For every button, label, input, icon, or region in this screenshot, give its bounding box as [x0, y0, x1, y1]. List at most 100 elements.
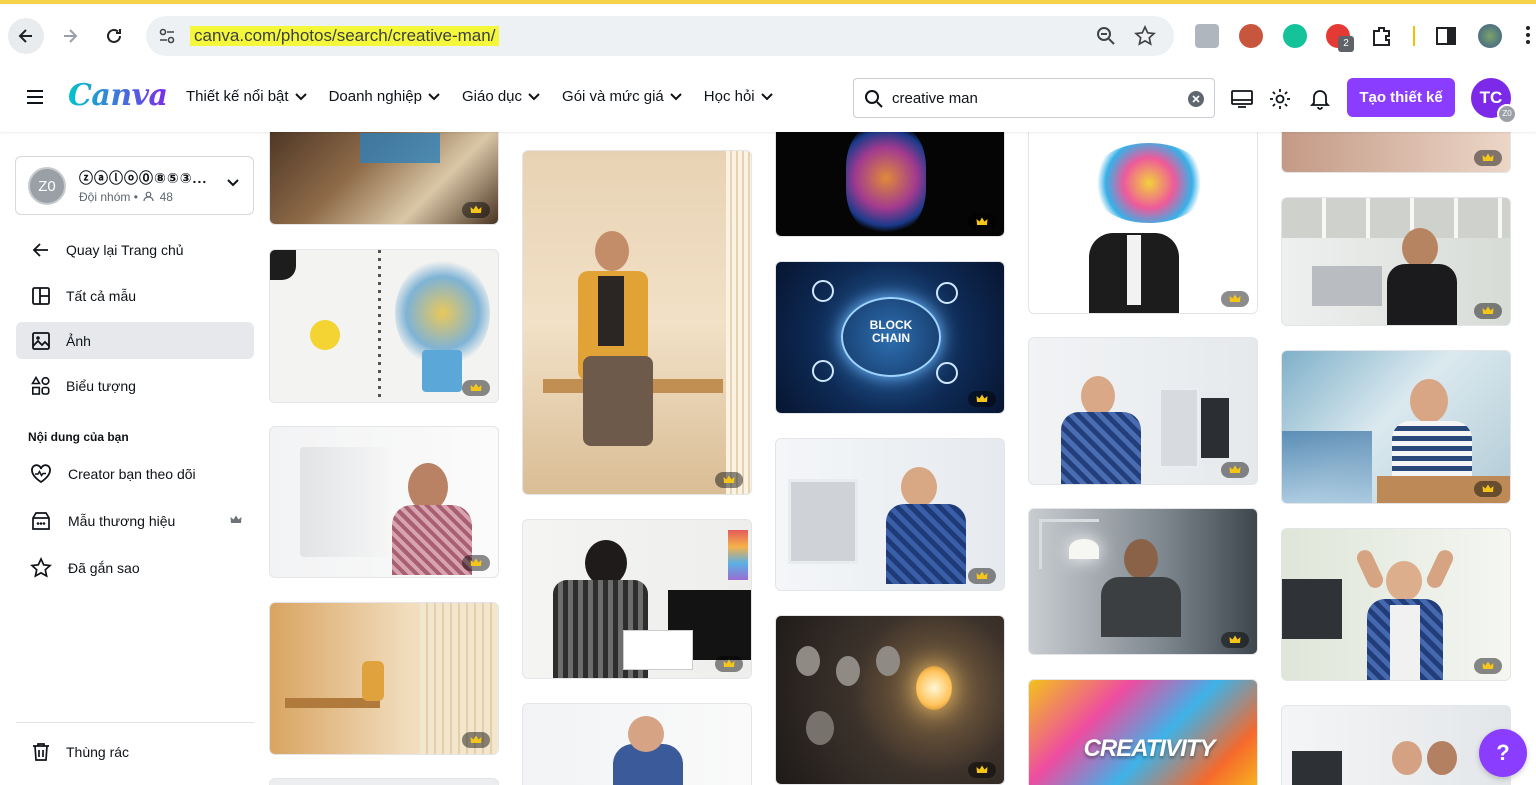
photo-card[interactable] — [269, 426, 499, 578]
sidebar-item-templates[interactable]: Tất cả mẫu — [16, 277, 254, 314]
nav-business[interactable]: Doanh nghiệp — [329, 88, 440, 105]
sidebar-item-starred[interactable]: Đã gắn sao — [16, 549, 254, 586]
image-icon — [32, 331, 50, 350]
premium-crown-icon — [1221, 632, 1249, 648]
photo-card[interactable] — [1028, 508, 1258, 655]
templates-icon — [32, 286, 50, 305]
clear-search-icon[interactable] — [1188, 91, 1204, 107]
reload-button[interactable] — [96, 18, 132, 54]
site-settings-icon[interactable] — [158, 27, 176, 45]
sidebar-item-brand-templates[interactable]: Mẫu thương hiệu — [16, 502, 254, 539]
forward-button[interactable] — [52, 18, 88, 54]
bookmark-star-icon[interactable] — [1134, 25, 1156, 47]
chevron-down-icon — [294, 92, 307, 100]
site-header: Canva Thiết kế nổi bật Doanh nghiệp Giáo… — [0, 64, 1536, 132]
sidebar-item-back-home[interactable]: Quay lại Trang chủ — [16, 231, 254, 268]
photo-content — [360, 133, 440, 163]
side-panel-icon[interactable] — [1434, 24, 1458, 48]
puzzle-extensions-icon[interactable] — [1370, 24, 1394, 48]
photo-content — [422, 350, 462, 392]
team-mini-avatar: Z0 — [1497, 104, 1517, 124]
nav-education[interactable]: Giáo dục — [462, 88, 540, 105]
search-input[interactable] — [892, 87, 1172, 109]
nav-pricing[interactable]: Gói và mức giá — [562, 88, 682, 105]
photo-card[interactable] — [1281, 528, 1511, 681]
grammarly-icon[interactable] — [1283, 24, 1307, 48]
photo-content — [1410, 379, 1448, 423]
nav-featured[interactable]: Thiết kế nổi bật — [186, 88, 307, 105]
desktop-app-icon[interactable] — [1230, 88, 1254, 110]
photo-card[interactable] — [1028, 132, 1258, 314]
cookie-extension-icon[interactable] — [1239, 24, 1263, 48]
photo-content — [1282, 579, 1342, 639]
sidebar-item-icons[interactable]: Biểu tượng — [16, 367, 254, 404]
photo-card[interactable] — [775, 438, 1005, 591]
zoom-icon[interactable] — [1096, 26, 1116, 46]
photo-content — [310, 320, 340, 350]
sidebar-item-followed-creators[interactable]: Creator bạn theo dõi — [16, 455, 254, 492]
photo-card[interactable]: BLOCK CHAIN — [775, 261, 1005, 414]
url-text[interactable]: canva.com/photos/search/creative-man/ — [190, 26, 500, 46]
photo-content — [300, 447, 390, 557]
photo-card[interactable] — [1281, 197, 1511, 326]
search-box[interactable] — [853, 78, 1215, 118]
heart-pulse-icon — [31, 463, 51, 483]
photo-card[interactable] — [522, 519, 752, 679]
photo-content — [1390, 605, 1420, 680]
photo-content — [1354, 547, 1386, 591]
notification-bell-icon[interactable] — [1310, 88, 1330, 110]
team-member-count: 48 — [159, 190, 173, 204]
create-design-button[interactable]: Tạo thiết kế — [1347, 78, 1455, 117]
nav-learn[interactable]: Học hỏi — [704, 88, 773, 105]
photo-content — [1282, 198, 1510, 238]
sidebar-divider — [16, 722, 254, 723]
photo-card[interactable] — [522, 703, 752, 785]
chevron-down-icon — [670, 92, 682, 100]
sidebar-item-trash[interactable]: Thùng rác — [16, 733, 254, 770]
settings-gear-icon[interactable] — [1269, 88, 1291, 110]
photo-card[interactable] — [269, 602, 499, 755]
sidebar-item-photos[interactable]: Ảnh — [16, 322, 254, 359]
team-switcher[interactable]: Z0 ⓩⓐⓛⓞ⓪⑧⑤③... Đội nhóm • 48 — [15, 156, 254, 215]
photo-card[interactable] — [1281, 350, 1511, 504]
photo-content — [726, 151, 751, 494]
photo-content — [1312, 266, 1382, 306]
close-icon — [1192, 95, 1200, 103]
photo-card[interactable] — [775, 132, 1005, 237]
photo-card[interactable] — [269, 778, 499, 785]
photo-card[interactable] — [1281, 132, 1511, 173]
photo-card[interactable] — [1281, 705, 1511, 785]
photo-card[interactable] — [1028, 337, 1258, 485]
photo-content — [583, 356, 653, 446]
photo-content — [806, 711, 834, 745]
photo-content: BLOCK CHAIN — [851, 319, 931, 345]
menu-icon[interactable] — [26, 89, 44, 105]
address-bar[interactable]: canva.com/photos/search/creative-man/ — [146, 16, 1174, 56]
photo-content — [1081, 376, 1115, 416]
photo-content — [1292, 751, 1342, 785]
extension-icon-1[interactable] — [1195, 24, 1219, 48]
photo-card[interactable]: CREATIVITY — [1028, 679, 1258, 785]
canva-logo[interactable]: Canva — [68, 78, 168, 113]
photo-content — [1201, 398, 1229, 458]
photo-content — [1427, 741, 1457, 775]
chevron-down-icon — [528, 92, 540, 100]
toolbar-divider — [1413, 26, 1415, 46]
sidebar-item-label: Ảnh — [66, 332, 91, 349]
back-button[interactable] — [8, 18, 44, 54]
premium-crown-icon — [968, 568, 996, 584]
premium-crown-icon — [462, 202, 490, 218]
browser-menu-icon[interactable] — [1526, 26, 1530, 46]
help-button[interactable]: ? — [1479, 729, 1527, 777]
sidebar: Z0 ⓩⓐⓛⓞ⓪⑧⑤③... Đội nhóm • 48 Quay lại Tr… — [0, 132, 268, 785]
premium-crown-icon — [715, 472, 743, 488]
photo-content — [595, 231, 629, 271]
premium-crown-icon — [968, 214, 996, 230]
premium-crown-icon — [968, 391, 996, 407]
photo-card[interactable] — [269, 132, 499, 225]
photo-card[interactable] — [522, 150, 752, 495]
photo-card[interactable] — [269, 249, 499, 403]
photo-card[interactable] — [775, 615, 1005, 785]
sidebar-item-label: Mẫu thương hiệu — [68, 512, 176, 529]
profile-avatar[interactable] — [1478, 24, 1502, 48]
